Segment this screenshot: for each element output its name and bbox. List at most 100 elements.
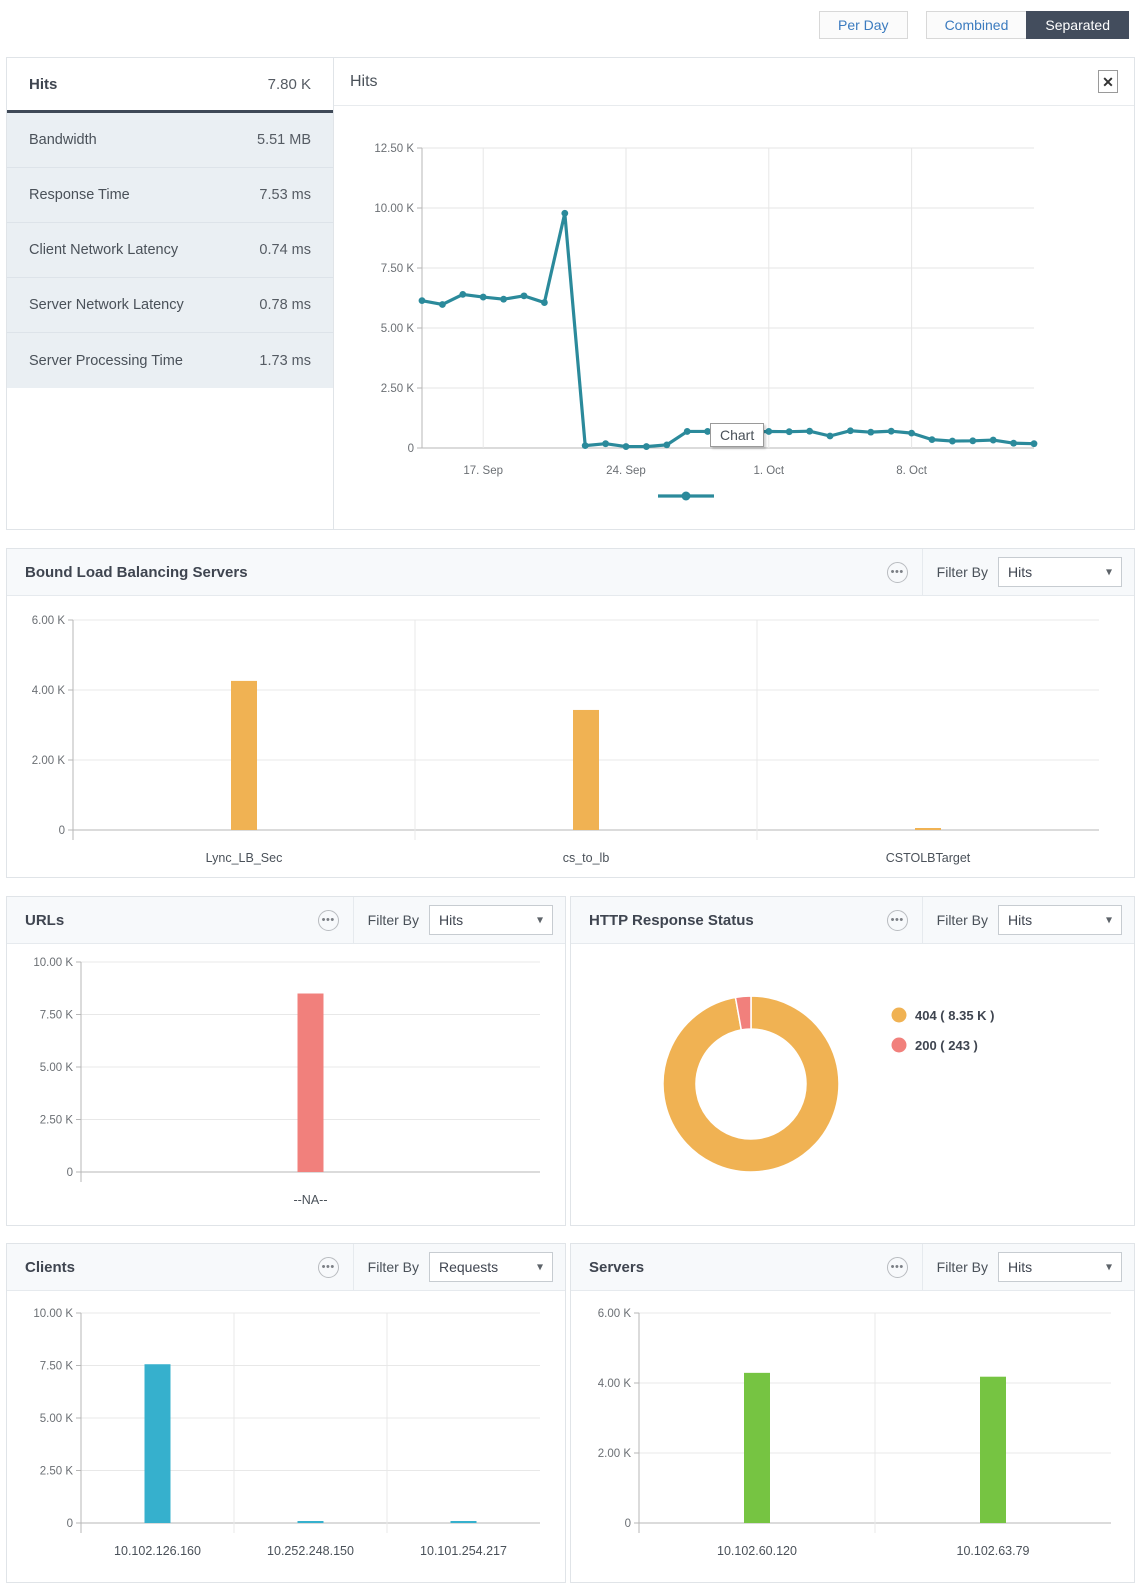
data-point xyxy=(479,293,487,301)
filter-value-servers: Hits xyxy=(1008,1259,1033,1275)
filter-select-clients[interactable]: Requests ▾ xyxy=(429,1252,553,1282)
data-point xyxy=(928,436,936,443)
data-point xyxy=(1010,439,1017,447)
x-axis-category-label: 10.102.63.79 xyxy=(957,1544,1030,1558)
panel-header-servers: Servers ••• Filter By Hits ▾ xyxy=(571,1244,1134,1291)
x-axis-category-label: cs_to_lb xyxy=(563,851,610,865)
data-point xyxy=(581,442,589,449)
panel-title-urls: URLs xyxy=(25,911,65,929)
metric-row-server-processing-time[interactable]: Server Processing Time 1.73 ms xyxy=(7,333,333,388)
y-axis-tick-label: 10.00 K xyxy=(33,1308,73,1320)
per-day-button[interactable]: Per Day xyxy=(818,11,908,39)
panel-body-bound-lb: 0 2.00 K 4.00 K 6.00 K Lync_LB_Sec cs_to_lb CS… xyxy=(7,596,1134,877)
y-axis-tick-label: 2.50 K xyxy=(381,383,415,395)
bar[interactable] xyxy=(744,1372,770,1523)
filter-group-urls: Filter By Hits ▾ xyxy=(352,897,565,943)
y-axis-tick-label: 5.00 K xyxy=(40,1413,74,1425)
legend-swatch[interactable] xyxy=(891,1037,907,1053)
y-axis-tick-label: 2.00 K xyxy=(598,1448,632,1460)
metric-label-bandwidth: Bandwidth xyxy=(29,132,97,148)
ellipsis-menu-icon[interactable]: ••• xyxy=(317,909,339,931)
bar[interactable] xyxy=(450,1521,477,1523)
bar[interactable] xyxy=(297,993,324,1173)
legend-label: 404 ( 8.35 K ) xyxy=(915,1008,995,1023)
filter-value-bound-lb: Hits xyxy=(1008,564,1033,580)
data-point xyxy=(500,295,507,303)
x-axis-category-label: 10.102.60.120 xyxy=(717,1544,797,1558)
y-axis-tick-label: 2.50 K xyxy=(40,1466,74,1478)
line-series-hits xyxy=(420,211,1036,449)
data-point xyxy=(847,427,854,435)
close-icon[interactable]: ✕ xyxy=(1098,70,1118,93)
metric-value-client-network-latency: 0.74 ms xyxy=(259,242,311,258)
chart-tooltip: Chart xyxy=(710,423,765,447)
ellipsis-menu-icon[interactable]: ••• xyxy=(886,1256,908,1278)
bar[interactable] xyxy=(573,709,599,830)
y-axis-tick-label: 4.00 K xyxy=(598,1378,632,1390)
metrics-list: Bandwidth 5.51 MB Response Time 7.53 ms … xyxy=(7,113,333,388)
filter-select-servers[interactable]: Hits ▾ xyxy=(998,1252,1122,1282)
bar[interactable] xyxy=(980,1376,1006,1523)
ellipsis-menu-icon[interactable]: ••• xyxy=(886,909,908,931)
data-point xyxy=(683,428,691,435)
metric-row-client-network-latency[interactable]: Client Network Latency 0.74 ms xyxy=(7,223,333,278)
bound-lb-bar-svg: 0 2.00 K 4.00 K 6.00 K Lync_LB_Sec cs_to_lb CS… xyxy=(32,615,1099,865)
chevron-down-icon: ▾ xyxy=(536,912,543,927)
filter-value-clients: Requests xyxy=(439,1259,499,1275)
hits-chart-title: Hits xyxy=(350,72,378,90)
panel-clients: Clients ••• Filter By Requests ▾ 0 2.50 K… xyxy=(6,1243,566,1583)
metric-label-server-processing-time: Server Processing Time xyxy=(29,352,183,369)
ellipsis-menu-icon[interactable]: ••• xyxy=(886,561,908,583)
metric-label-client-network-latency: Client Network Latency xyxy=(29,242,179,258)
y-axis-tick-label: 6.00 K xyxy=(32,615,66,627)
combined-button[interactable]: Combined xyxy=(925,11,1027,39)
metric-label-response-time: Response Time xyxy=(29,187,130,203)
legend-swatch[interactable] xyxy=(891,1007,907,1023)
y-axis-tick-label: 2.00 K xyxy=(32,755,66,767)
metric-value-hits: 7.80 K xyxy=(267,75,311,93)
panel-http-response-status: HTTP Response Status ••• Filter By Hits … xyxy=(570,896,1135,1226)
filter-select-http-status[interactable]: Hits ▾ xyxy=(998,905,1122,935)
separated-button[interactable]: Separated xyxy=(1026,11,1129,39)
data-point xyxy=(785,428,793,436)
metric-row-server-network-latency[interactable]: Server Network Latency 0.78 ms xyxy=(7,278,333,333)
metrics-sidebar-filler xyxy=(7,388,333,529)
dashboard-page: Per Day Combined Separated Hits 7.80 K B… xyxy=(0,0,1141,1583)
x-axis-category-label: 10.101.254.217 xyxy=(420,1544,507,1558)
bar[interactable] xyxy=(297,1521,324,1523)
panel-header-bound-lb: Bound Load Balancing Servers ••• Filter … xyxy=(7,549,1134,596)
legend-point-marker[interactable] xyxy=(681,491,691,501)
http-status-donut-svg: 404 ( 8.35 K ) 200 ( 243 ) xyxy=(662,995,995,1173)
data-point xyxy=(1030,440,1038,448)
filter-group-clients: Filter By Requests ▾ xyxy=(352,1244,565,1290)
metric-row-hits[interactable]: Hits 7.80 K xyxy=(7,58,333,113)
filter-select-urls[interactable]: Hits ▾ xyxy=(429,905,553,935)
data-point xyxy=(622,443,630,450)
y-axis-tick-label: 7.50 K xyxy=(40,1361,74,1373)
servers-bar-svg: 0 2.00 K 4.00 K 6.00 K 10.102.60.120 10.102.6… xyxy=(598,1308,1111,1558)
filter-value-urls: Hits xyxy=(439,912,464,928)
data-point xyxy=(867,428,875,436)
panel-header-urls: URLs ••• Filter By Hits ▾ xyxy=(7,897,565,944)
y-axis-tick-label: 0 xyxy=(59,825,65,837)
chevron-down-icon: ▾ xyxy=(1105,912,1112,927)
bar[interactable] xyxy=(231,680,257,830)
bar[interactable] xyxy=(915,828,941,830)
y-axis-tick-label: 10.00 K xyxy=(33,957,73,969)
panel-servers: Servers ••• Filter By Hits ▾ 0 2.00 K 4.00… xyxy=(570,1243,1135,1583)
metric-row-response-time[interactable]: Response Time 7.53 ms xyxy=(7,168,333,223)
filter-group-bound-lb: Filter By Hits ▾ xyxy=(921,549,1134,595)
chevron-down-icon: ▾ xyxy=(1105,1259,1112,1274)
metrics-sidebar: Hits 7.80 K Bandwidth 5.51 MB Response T… xyxy=(7,58,334,529)
x-axis-category-label: CSTOLBTarget xyxy=(886,851,971,865)
filter-group-servers: Filter By Hits ▾ xyxy=(921,1244,1134,1290)
metric-row-bandwidth[interactable]: Bandwidth 5.51 MB xyxy=(7,113,333,168)
filter-select-bound-lb[interactable]: Hits ▾ xyxy=(998,557,1122,587)
ellipsis-menu-icon[interactable]: ••• xyxy=(317,1256,339,1278)
panel-bound-lb-servers: Bound Load Balancing Servers ••• Filter … xyxy=(6,548,1135,878)
filter-label-http-status: Filter By xyxy=(936,912,988,928)
legend-label: 200 ( 243 ) xyxy=(915,1038,978,1053)
filter-group-http-status: Filter By Hits ▾ xyxy=(921,897,1134,943)
data-point xyxy=(806,427,813,435)
bar[interactable] xyxy=(144,1364,171,1523)
